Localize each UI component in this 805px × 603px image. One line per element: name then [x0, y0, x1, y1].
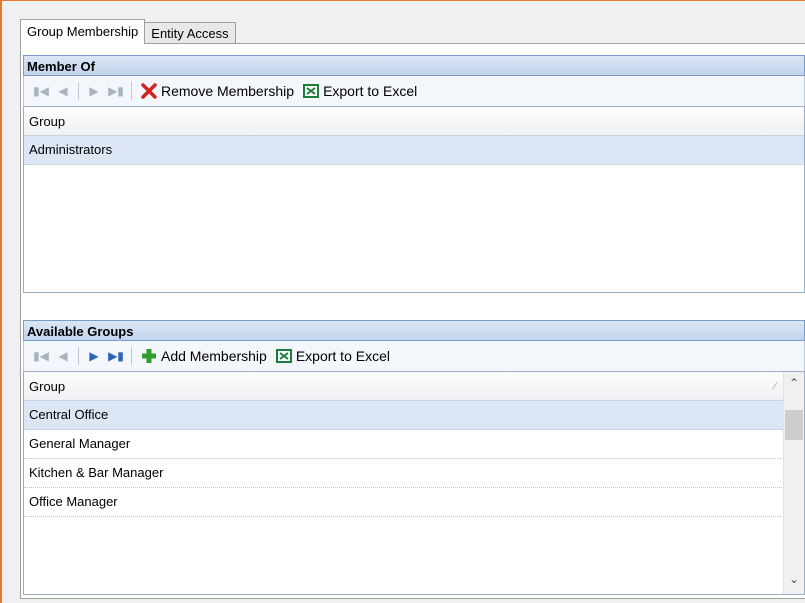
scrollbar-thumb[interactable]	[785, 410, 803, 440]
last-page-icon[interactable]: ▶▮	[105, 345, 127, 367]
toolbar-separator	[131, 82, 132, 100]
toolbar-separator	[78, 347, 79, 365]
tab-group-membership[interactable]: Group Membership	[20, 19, 146, 44]
column-header-group[interactable]: Group	[24, 107, 804, 136]
table-row[interactable]: Kitchen & Bar Manager	[24, 459, 784, 488]
export-to-excel-label: Export to Excel	[323, 83, 418, 99]
available-groups-header: Available Groups	[23, 320, 805, 341]
available-groups-grid: Group ⁄ Central Office General Manager K…	[23, 371, 805, 595]
sort-indicator-icon: ⁄	[774, 381, 776, 392]
red-x-icon	[140, 82, 158, 100]
next-page-icon[interactable]: ▶	[83, 80, 105, 102]
excel-icon	[302, 82, 320, 100]
previous-page-icon[interactable]: ◀	[52, 345, 74, 367]
member-of-header: Member Of	[23, 55, 805, 76]
tab-entity-access[interactable]: Entity Access	[144, 22, 236, 44]
table-row[interactable]: Administrators	[24, 136, 804, 165]
scroll-down-icon[interactable]: ⌄	[784, 572, 804, 592]
add-membership-label: Add Membership	[161, 348, 267, 364]
last-page-icon[interactable]: ▶▮	[105, 80, 127, 102]
member-of-toolbar: ▮◀ ◀ ▶ ▶▮ Remove Membership Export to Ex…	[23, 76, 805, 106]
member-of-section: Member Of ▮◀ ◀ ▶ ▶▮ Remove Membership Ex…	[23, 55, 805, 293]
tab-strip: Group Membership Entity Access	[20, 19, 236, 44]
table-row[interactable]: Central Office	[24, 401, 784, 430]
scroll-up-icon[interactable]: ⌃	[784, 376, 804, 396]
first-page-icon[interactable]: ▮◀	[30, 345, 52, 367]
table-row[interactable]: General Manager	[24, 430, 784, 459]
previous-page-icon[interactable]: ◀	[52, 80, 74, 102]
export-to-excel-label: Export to Excel	[295, 348, 390, 364]
column-header-label: Group	[29, 379, 66, 394]
member-of-grid: Group Administrators	[23, 106, 805, 293]
remove-membership-button[interactable]: Remove Membership	[136, 79, 298, 103]
toolbar-separator	[131, 347, 132, 365]
grid-body: Group ⁄ Central Office General Manager K…	[24, 372, 784, 517]
remove-membership-label: Remove Membership	[161, 83, 295, 99]
toolbar-separator	[78, 82, 79, 100]
export-to-excel-button[interactable]: Export to Excel	[298, 79, 421, 103]
column-header-label: Group	[29, 114, 66, 129]
first-page-icon[interactable]: ▮◀	[30, 80, 52, 102]
export-to-excel-button[interactable]: Export to Excel	[271, 344, 394, 368]
next-page-icon[interactable]: ▶	[83, 345, 105, 367]
table-row[interactable]: Office Manager	[24, 488, 784, 517]
column-header-group[interactable]: Group ⁄	[24, 372, 784, 401]
available-groups-section: Available Groups ▮◀ ◀ ▶ ▶▮ Add Membershi…	[23, 320, 805, 595]
excel-icon	[275, 347, 293, 365]
add-membership-button[interactable]: Add Membership	[136, 344, 271, 368]
available-groups-toolbar: ▮◀ ◀ ▶ ▶▮ Add Membership Export to Excel	[23, 341, 805, 371]
green-plus-icon	[140, 347, 158, 365]
vertical-scrollbar[interactable]: ⌃ ⌄	[783, 372, 804, 594]
